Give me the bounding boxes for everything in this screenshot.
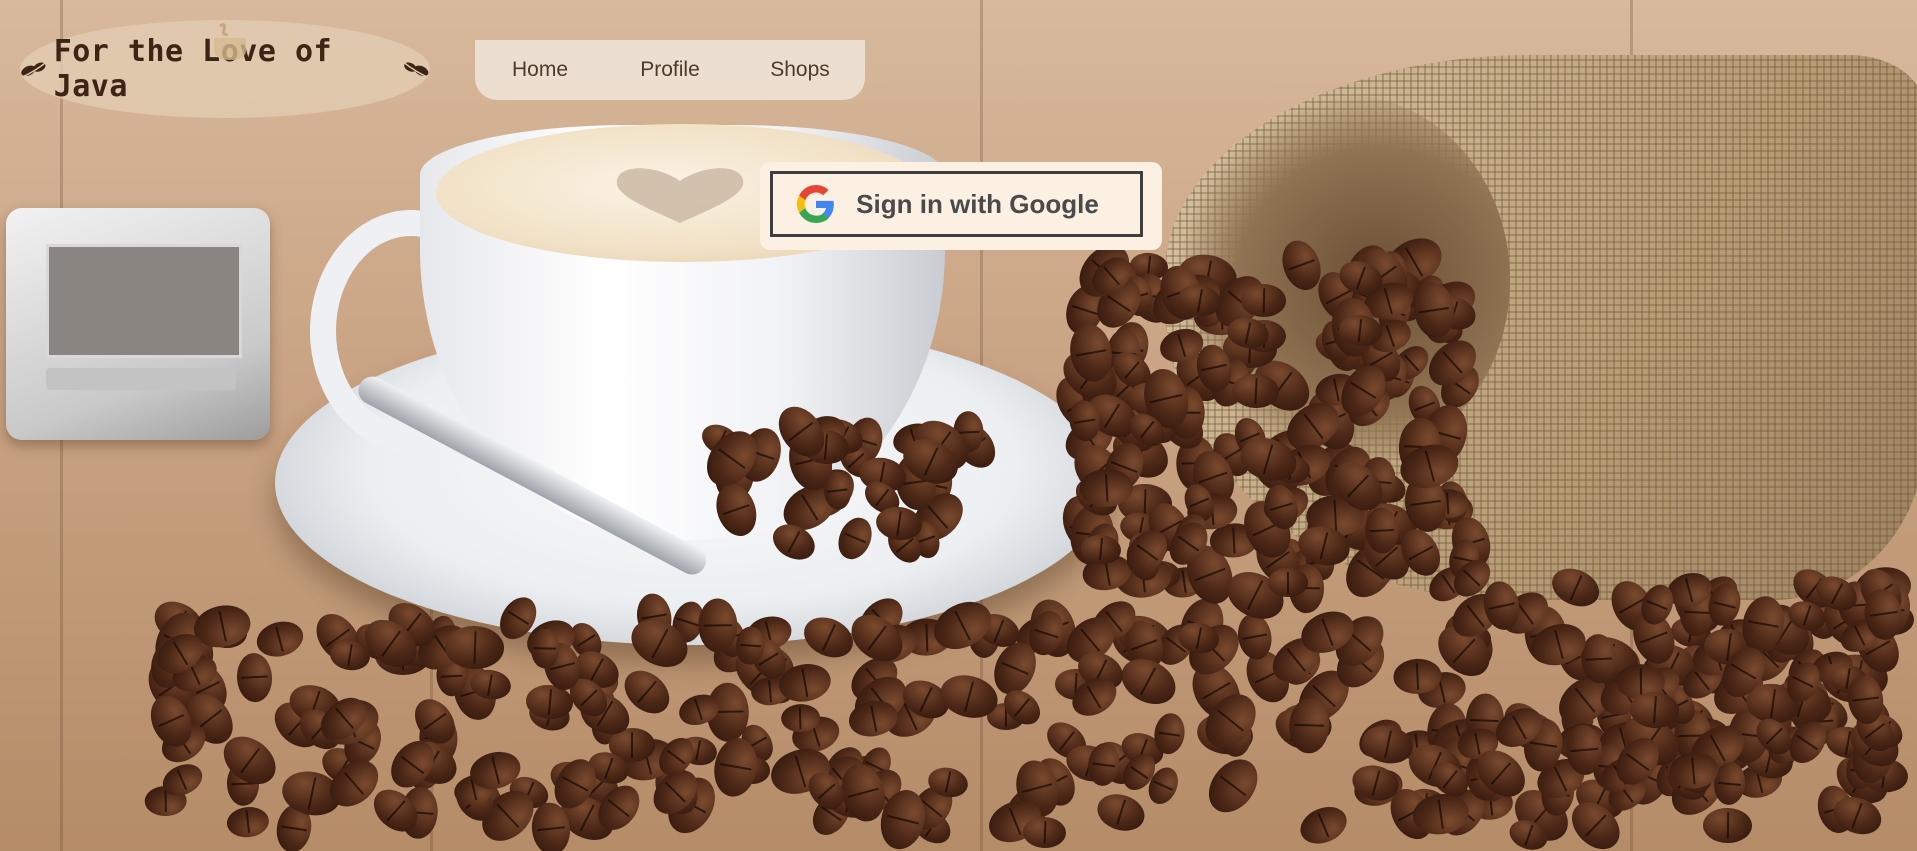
site-logo[interactable]: For the Love of Java: [20, 20, 430, 118]
phone-image: [6, 208, 270, 440]
signin-panel: Sign in with Google: [760, 162, 1162, 250]
hero-background-image: [0, 0, 1917, 851]
nav-link-home[interactable]: Home: [475, 58, 605, 82]
coffee-mug-icon: [214, 23, 246, 60]
google-signin-button[interactable]: Sign in with Google: [770, 171, 1143, 237]
nav-link-shops[interactable]: Shops: [735, 58, 865, 82]
latte-heart-art: [616, 168, 744, 223]
main-nav: Home Profile Shops: [475, 40, 865, 100]
coffee-leaf-icon: [403, 61, 429, 78]
nav-link-profile[interactable]: Profile: [605, 58, 735, 82]
page: For the Love of Java Home Profile Shops …: [0, 0, 1917, 851]
coffee-leaf-icon: [21, 61, 47, 78]
google-g-icon: [797, 185, 834, 223]
google-signin-label: Sign in with Google: [856, 188, 1099, 219]
